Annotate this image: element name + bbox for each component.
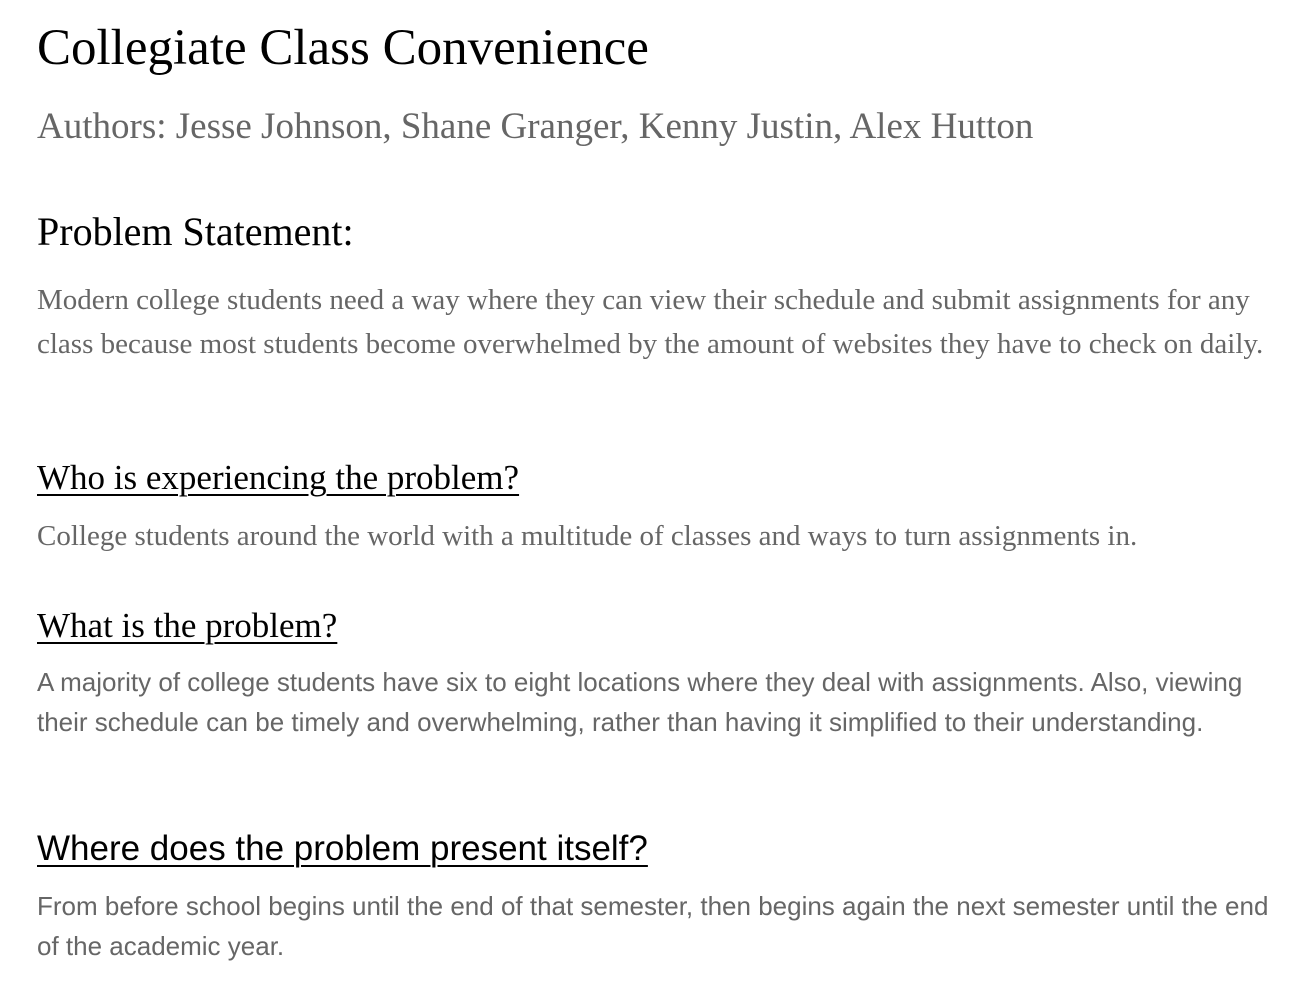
- document-page: Collegiate Class Convenience Authors: Je…: [0, 0, 1312, 994]
- problem-statement-body: Modern college students need a way where…: [37, 284, 1264, 360]
- page-title: Collegiate Class Convenience: [37, 20, 649, 76]
- where-answer: From before school begins until the end …: [37, 891, 1269, 961]
- authors-line: Authors: Jesse Johnson, Shane Granger, K…: [37, 106, 1034, 147]
- who-answer: College students around the world with a…: [37, 520, 1138, 552]
- where-question-heading: Where does the problem present itself?: [37, 829, 648, 868]
- what-answer: A majority of college students have six …: [37, 667, 1243, 737]
- what-question-heading: What is the problem?: [37, 606, 338, 645]
- who-question-heading: Who is experiencing the problem?: [37, 458, 520, 497]
- problem-statement-heading: Problem Statement:: [37, 209, 354, 254]
